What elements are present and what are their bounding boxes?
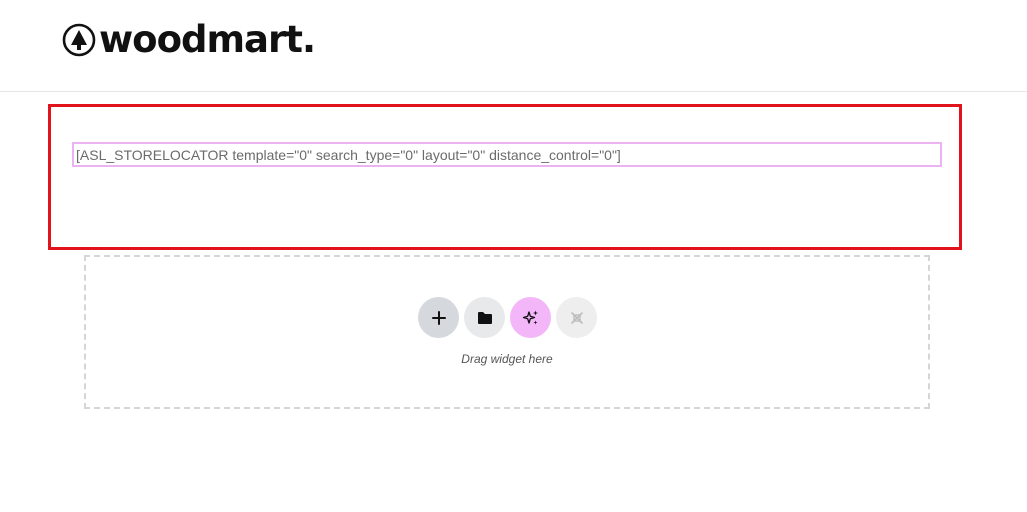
selected-section-highlight[interactable] <box>48 104 962 250</box>
plugin-widget-button[interactable] <box>556 297 597 338</box>
plugin-icon <box>570 311 583 324</box>
plus-icon <box>431 310 446 325</box>
shortcode-widget[interactable]: [ASL_STORELOCATOR template="0" search_ty… <box>72 142 942 167</box>
site-logo[interactable]: woodmart. <box>62 18 316 61</box>
add-section-button[interactable] <box>418 297 459 338</box>
sparkle-icon <box>522 310 538 324</box>
ai-generate-button[interactable] <box>510 297 551 338</box>
site-header: woodmart. <box>0 0 1027 92</box>
folder-icon <box>477 311 492 324</box>
add-section-actions <box>418 297 597 338</box>
drag-widget-hint: Drag widget here <box>461 352 553 366</box>
tree-logo-icon <box>62 23 96 57</box>
template-library-button[interactable] <box>464 297 505 338</box>
logo-wordmark: woodmart. <box>99 18 316 61</box>
